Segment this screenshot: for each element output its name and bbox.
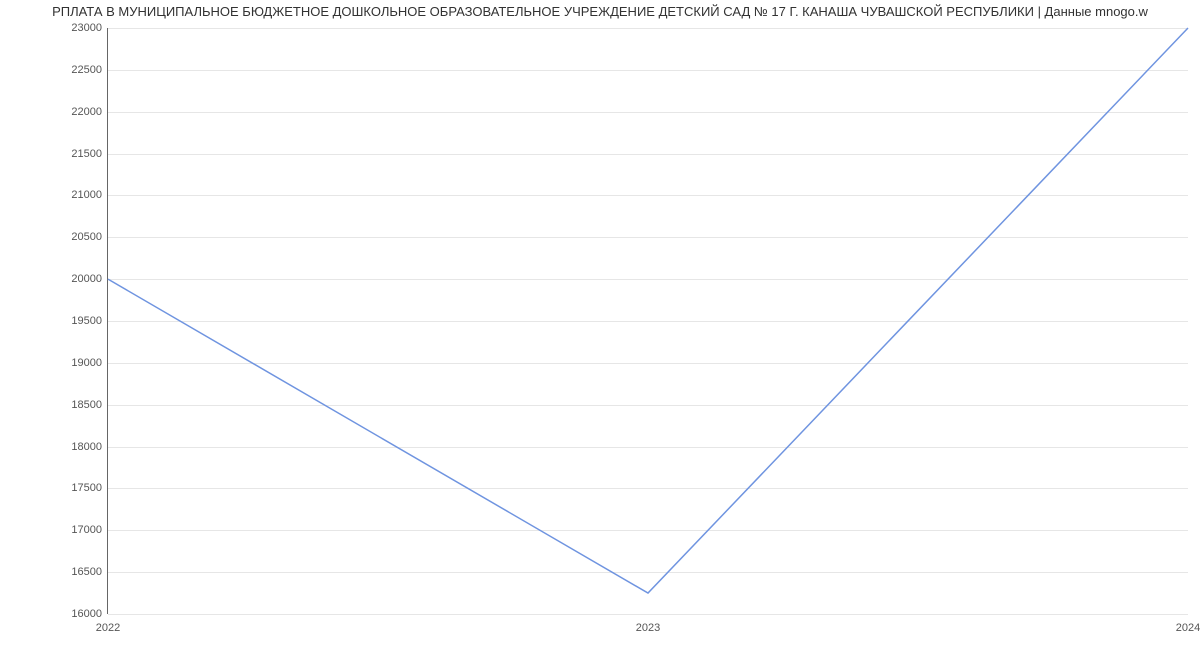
gridline <box>108 614 1188 615</box>
y-tick-label: 19000 <box>71 357 102 369</box>
y-tick-label: 23000 <box>71 22 102 34</box>
y-tick-label: 22000 <box>71 106 102 118</box>
y-tick-label: 21500 <box>71 148 102 160</box>
y-tick-label: 20500 <box>71 231 102 243</box>
y-tick-label: 16500 <box>71 566 102 578</box>
y-tick-label: 20000 <box>71 273 102 285</box>
y-tick-label: 16000 <box>71 608 102 620</box>
y-tick-label: 17500 <box>71 482 102 494</box>
y-tick-label: 22500 <box>71 64 102 76</box>
y-tick-label: 19500 <box>71 315 102 327</box>
x-tick-label: 2024 <box>1176 622 1200 634</box>
line-series <box>108 28 1188 614</box>
chart-title: РПЛАТА В МУНИЦИПАЛЬНОЕ БЮДЖЕТНОЕ ДОШКОЛЬ… <box>0 4 1200 19</box>
x-tick-label: 2022 <box>96 622 120 634</box>
y-tick-label: 18000 <box>71 441 102 453</box>
y-tick-label: 21000 <box>71 189 102 201</box>
y-tick-label: 18500 <box>71 399 102 411</box>
y-tick-label: 17000 <box>71 524 102 536</box>
x-tick-label: 2023 <box>636 622 660 634</box>
